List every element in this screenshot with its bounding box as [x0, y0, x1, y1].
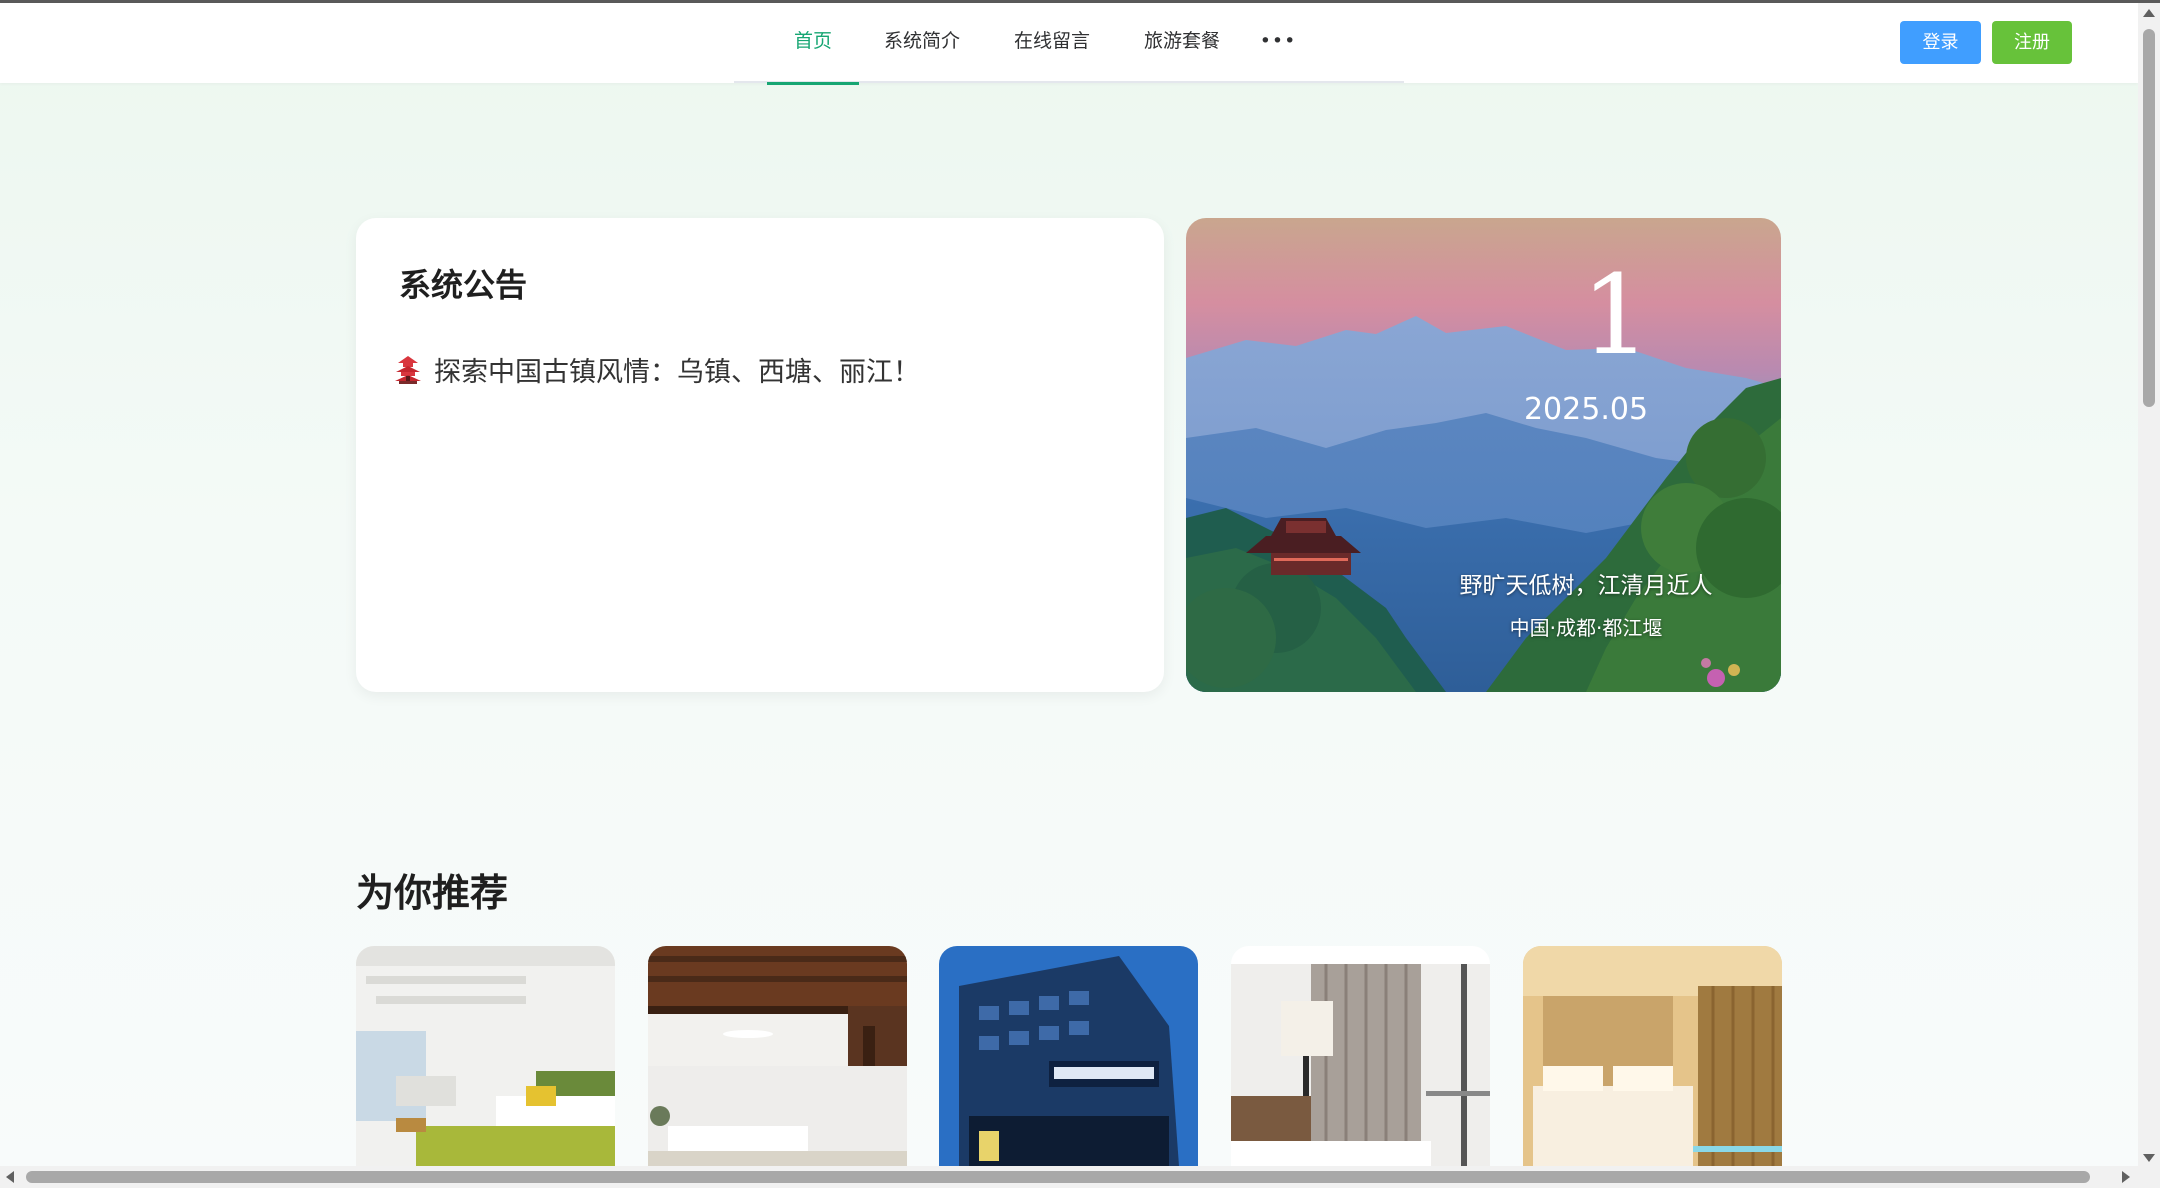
hotel-lobby-photo	[648, 946, 907, 1166]
scenic-day-value: 1	[1581, 251, 1651, 379]
scroll-up-icon[interactable]	[2143, 9, 2155, 17]
scroll-down-icon[interactable]	[2143, 1154, 2155, 1162]
scenic-date: 2025.05	[1523, 392, 1649, 427]
scenic-poem: 野旷天低树，江清月近人	[1459, 573, 1713, 599]
notice-item[interactable]: 探索中国古镇风情：乌镇、西塘、丽江！	[394, 350, 920, 389]
nav-item-home[interactable]: 首页	[767, 3, 859, 85]
notice-item-text: 探索中国古镇风情：乌镇、西塘、丽江！	[434, 357, 920, 388]
horizontal-scroll-thumb[interactable]	[26, 1171, 2090, 1183]
notice-title: 系统公告	[399, 266, 528, 304]
scenic-location: 中国·成都·都江堰	[1509, 616, 1663, 640]
scroll-left-icon[interactable]	[6, 1171, 14, 1183]
scenic-date-card: 1 2025.05 野旷天低树，江清月近人 中国·成都·都江堰	[1186, 218, 1781, 692]
recommend-card-hotel-building[interactable]	[939, 946, 1198, 1166]
recommend-card-warm-hotel-room[interactable]	[1523, 946, 1782, 1166]
recommend-card-bright-bedroom[interactable]	[356, 946, 615, 1166]
login-button[interactable]: 登录	[1900, 21, 1981, 64]
hotel-room-lamp-photo	[1231, 946, 1490, 1166]
nav-item-system-intro[interactable]: 系统简介	[876, 3, 968, 83]
bright-bedroom-photo	[356, 946, 615, 1166]
recommend-card-hotel-room-lamp[interactable]	[1231, 946, 1490, 1166]
nav-item-online-message[interactable]: 在线留言	[1006, 3, 1098, 83]
scroll-right-icon[interactable]	[2122, 1171, 2130, 1183]
hotel-building-photo	[939, 946, 1198, 1166]
register-button[interactable]: 注册	[1992, 21, 2072, 64]
vertical-scrollbar[interactable]	[2138, 3, 2160, 1168]
recommend-list	[356, 946, 1782, 1166]
horizontal-scrollbar[interactable]	[0, 1166, 2160, 1188]
nav-item-travel-package[interactable]: 旅游套餐	[1136, 3, 1228, 83]
top-header: 首页 系统简介 在线留言 旅游套餐 ••• 登录 注册	[0, 3, 2138, 85]
notice-card: 系统公告 探索中国古镇风情：乌镇、西塘、丽江！	[356, 218, 1164, 692]
warm-hotel-room-photo	[1523, 946, 1782, 1166]
vertical-scroll-thumb[interactable]	[2143, 29, 2155, 407]
recommend-title: 为你推荐	[356, 871, 509, 915]
main-nav: 首页 系统简介 在线留言 旅游套餐 •••	[734, 3, 1404, 85]
nav-more-icon[interactable]: •••	[1248, 3, 1308, 83]
pagoda-icon	[395, 355, 421, 384]
recommend-card-hotel-lobby[interactable]	[648, 946, 907, 1166]
